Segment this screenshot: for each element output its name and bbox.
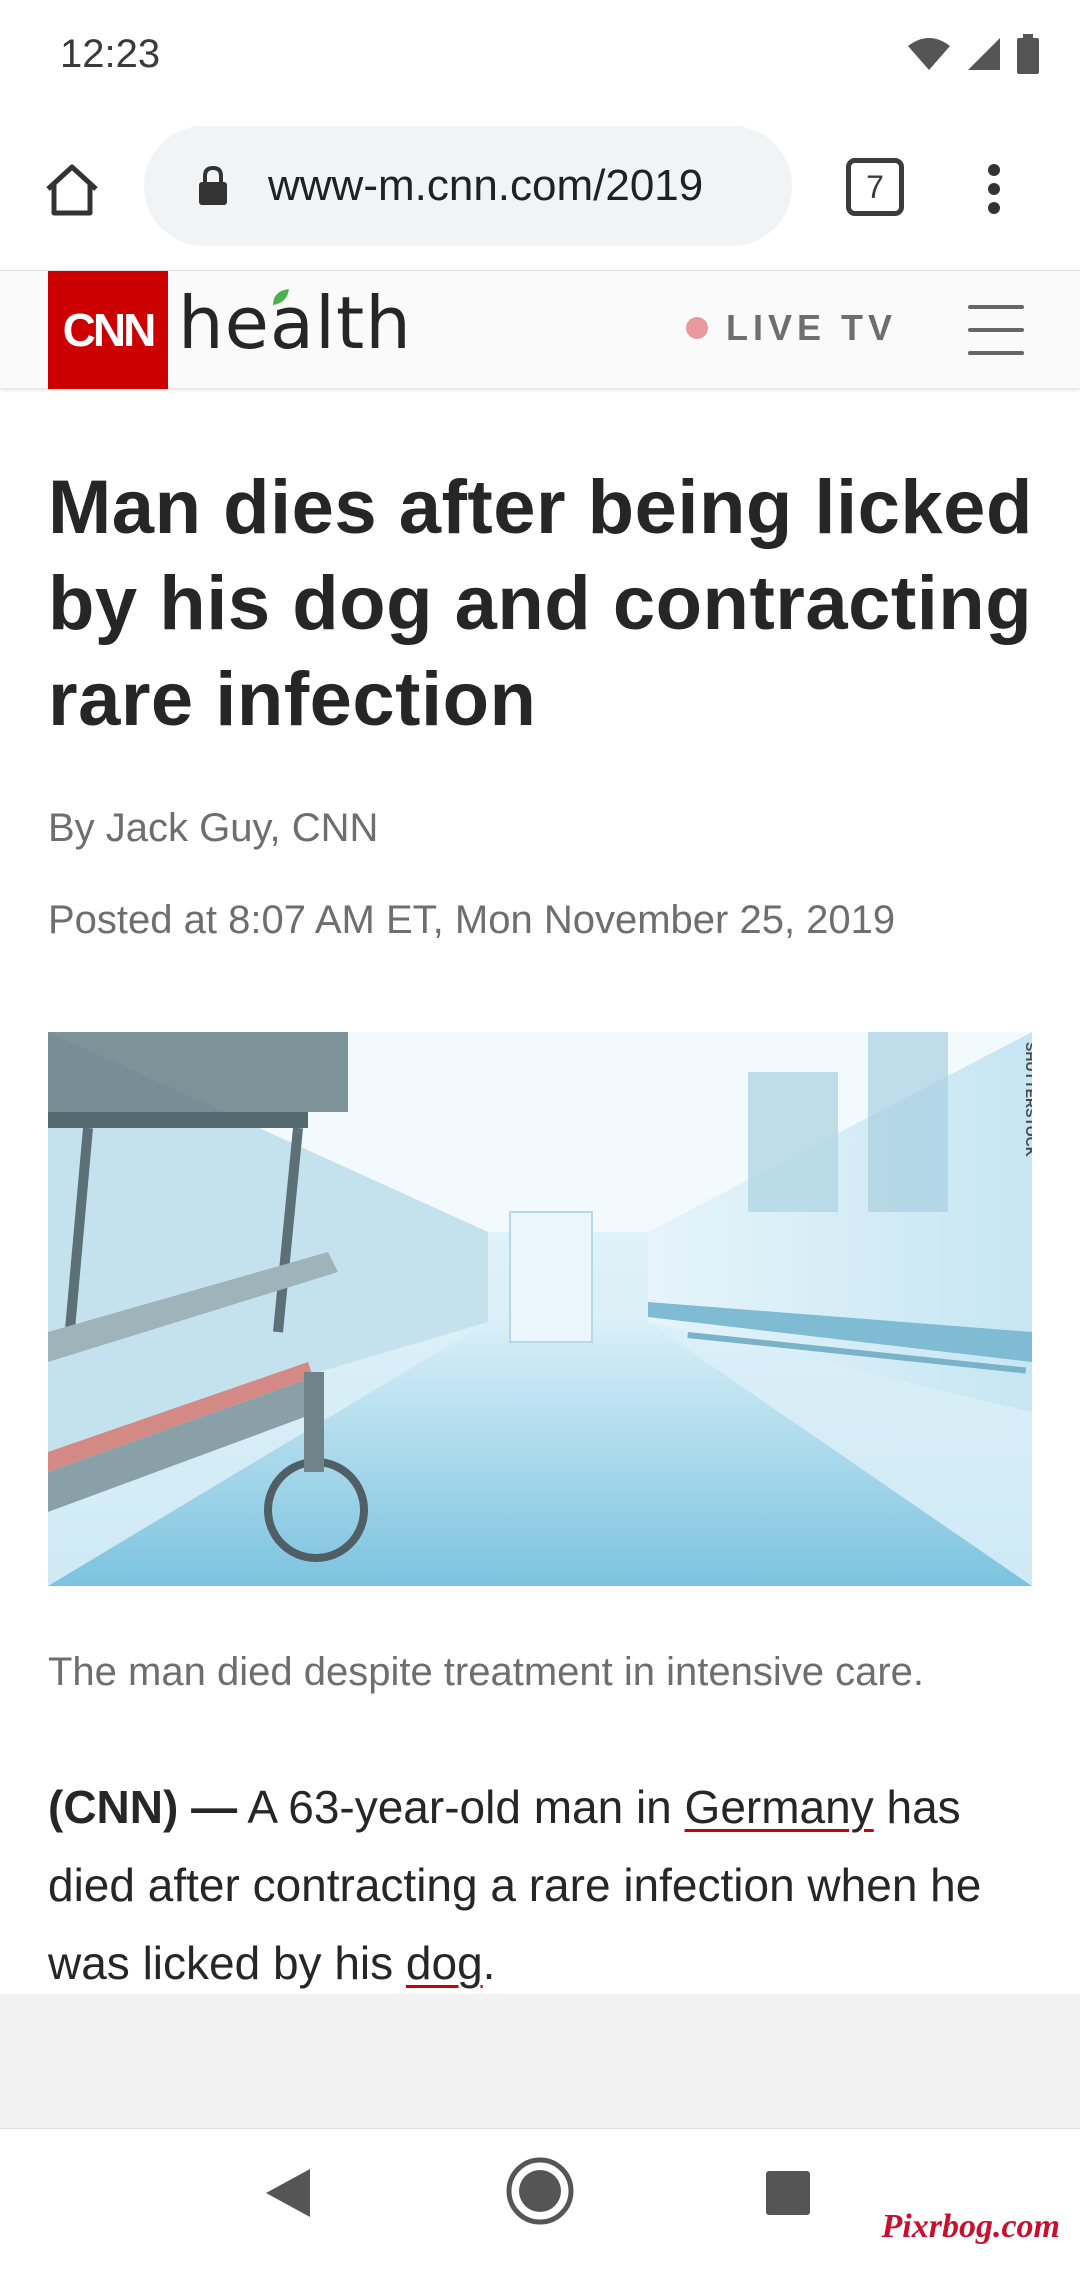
live-tv-label: LIVE TV <box>726 307 898 348</box>
wifi-icon <box>908 38 950 70</box>
battery-icon <box>1017 34 1039 74</box>
section-logo[interactable]: health <box>178 281 412 365</box>
dateline: (CNN) — <box>48 1781 238 1833</box>
more-vertical-icon <box>988 164 1000 214</box>
back-button[interactable] <box>262 2165 314 2226</box>
system-nav-bar <box>0 2128 1080 2270</box>
home-circle-icon <box>506 2157 574 2225</box>
home-button[interactable] <box>34 152 110 228</box>
live-dot-icon <box>686 317 708 339</box>
hero-image[interactable]: SHUTTERSTOCK <box>48 1032 1032 1586</box>
image-credit: SHUTTERSTOCK <box>1023 1042 1032 1157</box>
cell-signal-icon <box>968 38 1000 70</box>
status-time: 12:23 <box>60 32 161 76</box>
url-text: www-m.cnn.com/2019 <box>268 161 704 210</box>
article-title: Man dies after being licked by his dog a… <box>48 465 1033 742</box>
hamburger-menu-button[interactable] <box>968 305 1024 355</box>
recents-icon <box>766 2171 810 2215</box>
image-caption: The man died despite treatment in intens… <box>48 1650 925 1694</box>
link-germany[interactable]: Germany <box>685 1781 874 1833</box>
watermark: Pixrbog.com <box>881 2208 1060 2245</box>
article-timestamp: Posted at 8:07 AM ET, Mon November 25, 2… <box>48 898 896 942</box>
hospital-corridor-image: SHUTTERSTOCK <box>48 1032 1032 1586</box>
hamburger-line <box>968 305 1024 309</box>
body-text: . <box>482 1937 496 1989</box>
article-paragraph: (CNN) — A 63-year-old man in Germany has… <box>48 1768 1048 2002</box>
live-tv-link[interactable]: LIVE TV <box>686 307 897 349</box>
hamburger-line <box>968 351 1024 355</box>
hamburger-line <box>968 328 1024 332</box>
cnn-logo-text: CNN <box>62 304 157 356</box>
more-menu-button[interactable] <box>968 154 1020 224</box>
status-bar: 12:23 <box>0 0 1080 112</box>
status-icons <box>906 30 1040 78</box>
body-text: A 63-year-old man in <box>237 1781 685 1833</box>
address-bar[interactable]: www-m.cnn.com/2019 <box>144 126 792 246</box>
tab-count: 7 <box>866 168 884 205</box>
lock-icon <box>196 164 230 208</box>
article-byline: By Jack Guy, CNN <box>48 806 379 850</box>
link-dog[interactable]: dog <box>406 1937 483 1989</box>
ad-placeholder <box>0 1994 1080 2128</box>
home-icon <box>46 164 98 216</box>
recents-button[interactable] <box>764 2169 812 2222</box>
cnn-logo[interactable]: CNN <box>48 271 168 389</box>
back-icon <box>266 2169 310 2217</box>
tabs-button[interactable]: 7 <box>846 158 904 216</box>
browser-toolbar: www-m.cnn.com/2019 7 <box>0 112 1080 270</box>
home-nav-button[interactable] <box>504 2155 576 2232</box>
leaf-icon <box>273 289 289 305</box>
site-header: CNN health LIVE TV <box>0 270 1080 389</box>
